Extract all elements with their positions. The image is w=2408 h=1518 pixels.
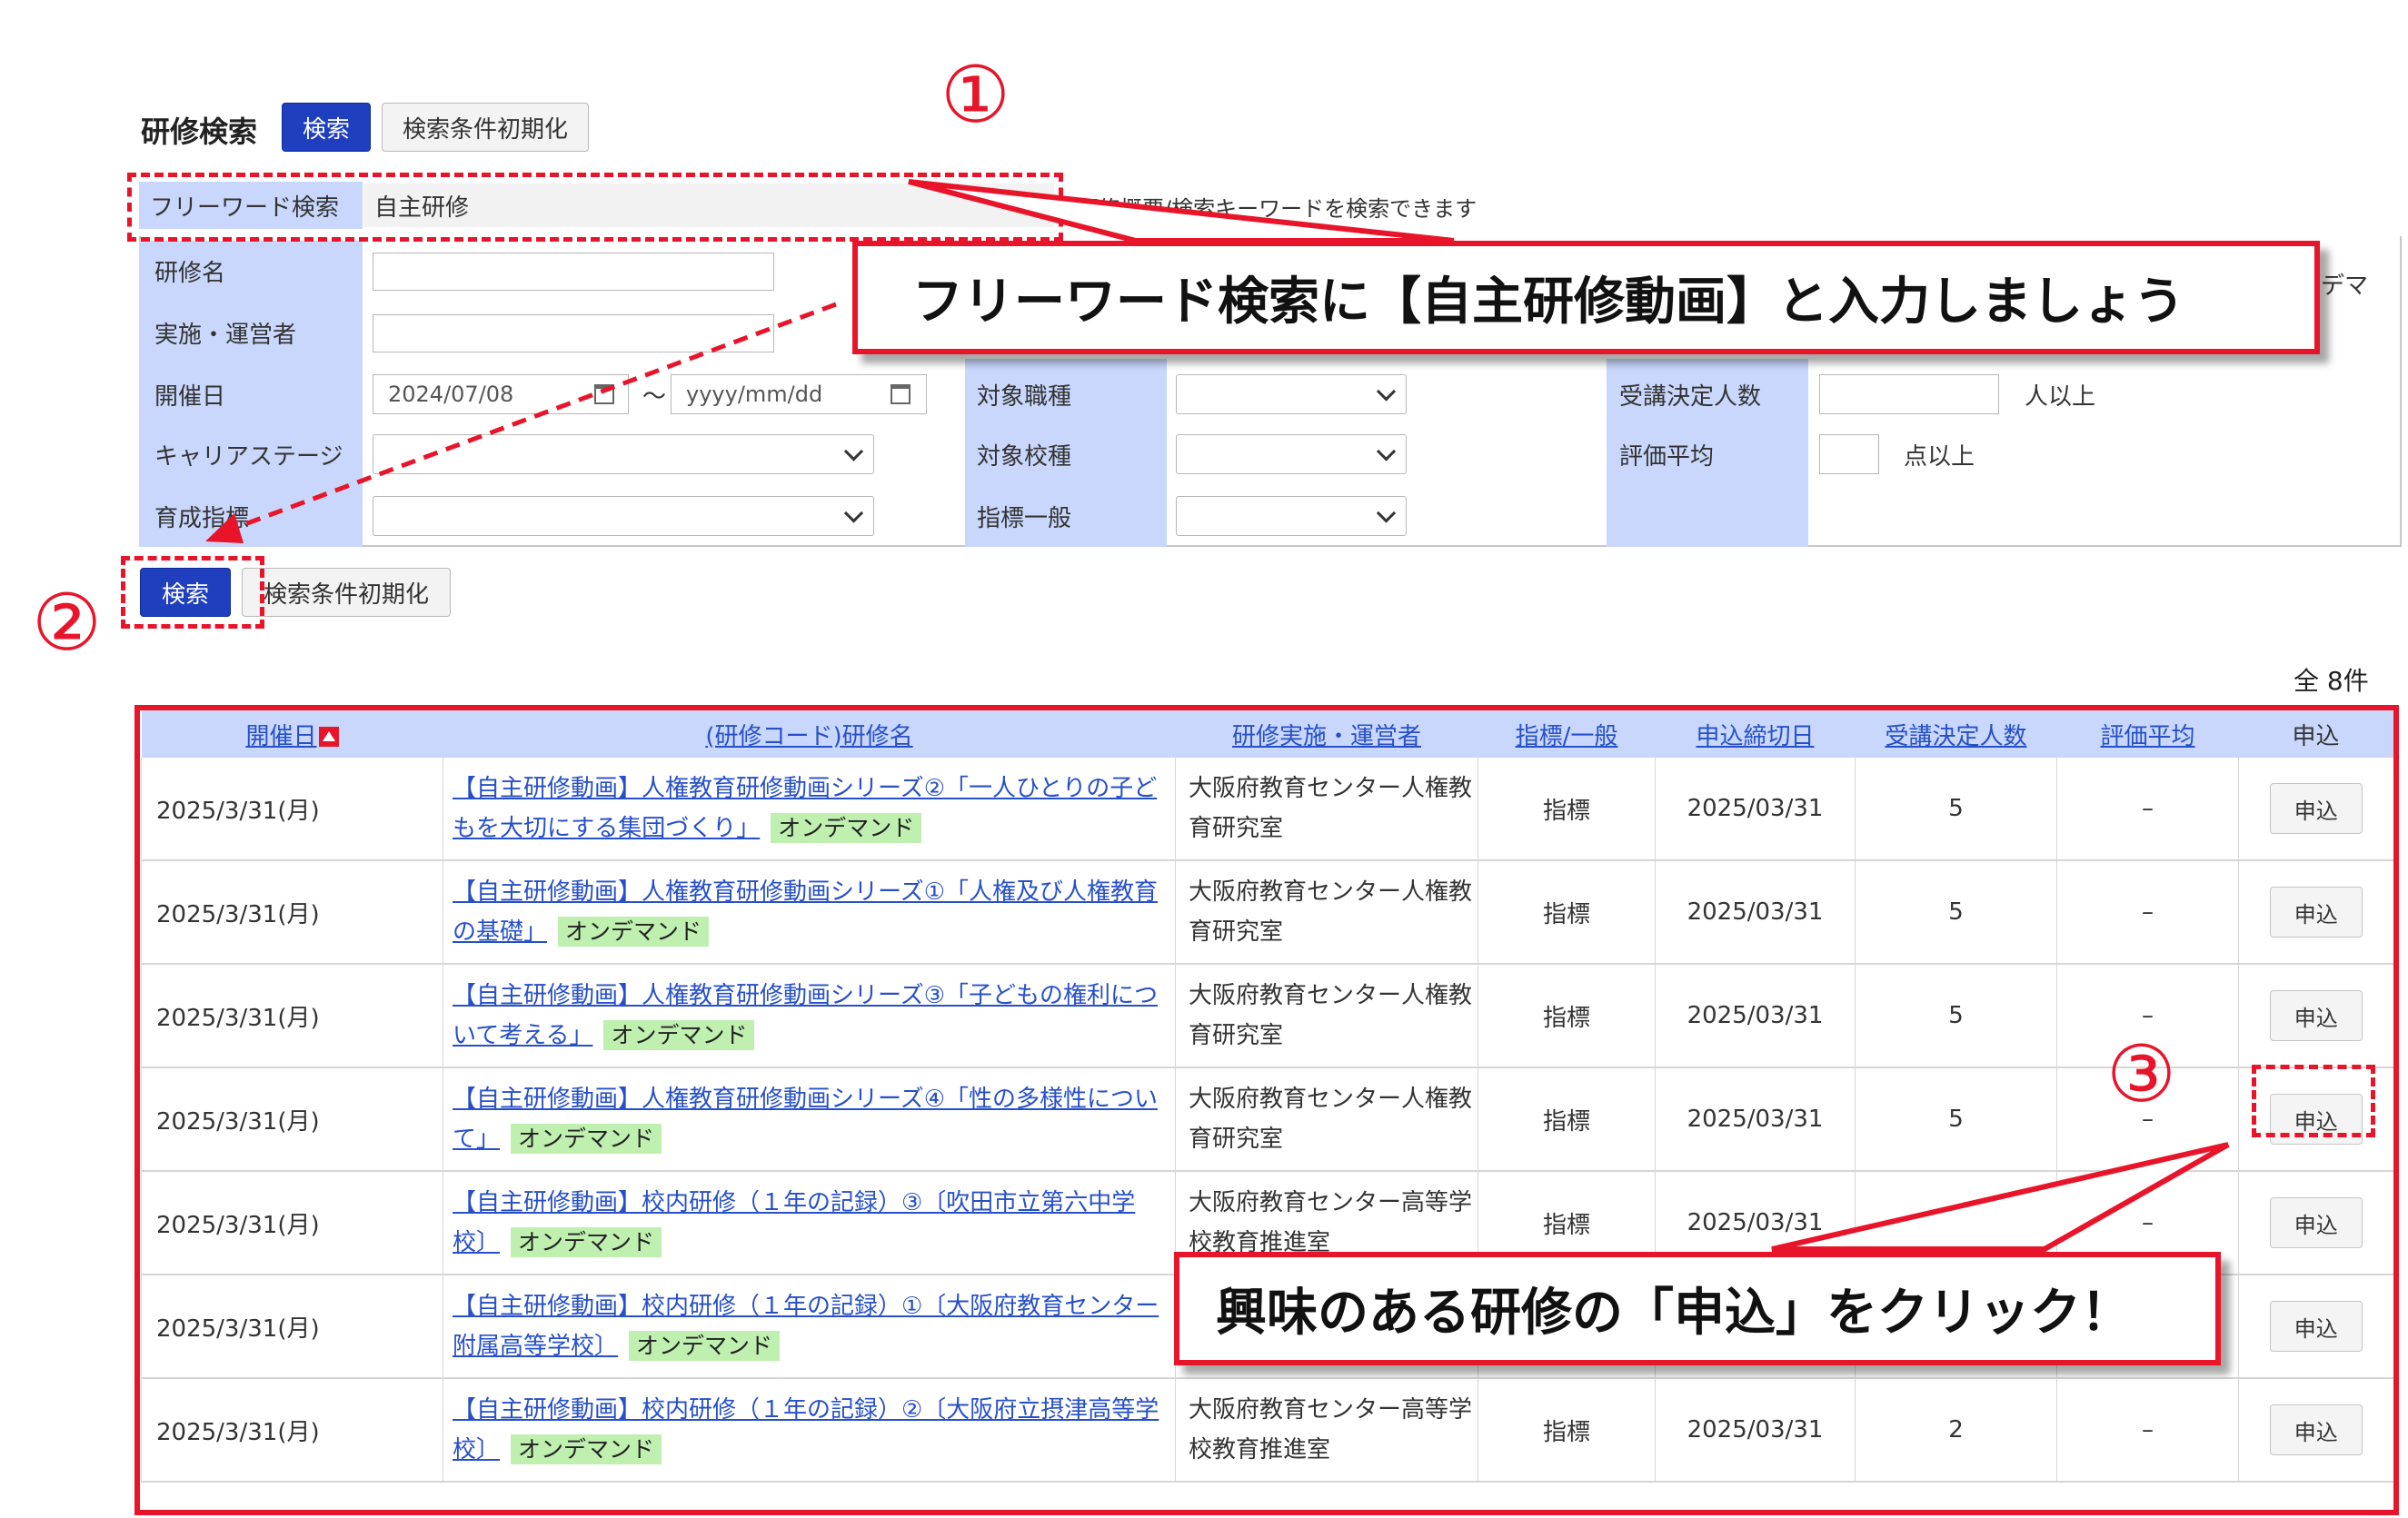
chevron-down-icon [1376,442,1397,461]
callout-apply: 興味のある研修の「申込」をクリック！ [1174,1252,2221,1365]
results-count: 全 8件 [2294,666,2369,696]
organizer-input[interactable] [373,314,774,352]
target-school-select[interactable] [1176,434,1407,474]
decided-count-input[interactable] [1819,374,1999,414]
decided-count-suffix: 人以上 [2025,383,2096,411]
callout-freeword: フリーワード検索に【自主研修動画】と入力しましょう [852,241,2320,354]
course-name-label: 研修名 [154,260,226,287]
search-button-top[interactable]: 検索 [282,103,371,152]
target-job-label: 対象職種 [977,383,1072,411]
indicator-general-select[interactable] [1176,496,1407,536]
date-tilde: 〜 [642,383,667,411]
indicator-label: 育成指標 [154,505,250,532]
freeword-hint: 研修概要/検索キーワードを検索できます [1077,196,1478,222]
course-name-input[interactable] [373,253,774,291]
rating-avg-label: 評価平均 [1619,443,1715,471]
date-label: 開催日 [154,383,226,411]
step-3-marker: ③ [2106,1029,2177,1120]
step-1-marker: ① [940,50,1011,141]
apply-button-highlight [2252,1065,2375,1137]
date-to-input[interactable]: yyyy/mm/dd [671,374,927,414]
chevron-down-icon [1376,503,1397,523]
indicator-select[interactable] [373,496,874,536]
chevron-down-icon [1376,382,1397,402]
indicator-general-label: 指標一般 [977,505,1072,532]
freeword-highlight-frame [127,173,1063,242]
rating-avg-suffix: 点以上 [1904,443,1975,471]
reset-button[interactable]: 検索条件初期化 [242,568,451,617]
date-from-value: 2024/07/08 [388,382,514,407]
target-school-label: 対象校種 [977,443,1072,471]
search-button-highlight [121,556,264,629]
reset-button-top[interactable]: 検索条件初期化 [382,103,589,152]
career-stage-label: キャリアステージ [154,443,343,471]
page-title: 研修検索 [141,114,258,149]
calendar-icon[interactable] [891,384,910,404]
chevron-down-icon [843,442,864,461]
theme-label-fragment: デマ [2321,273,2369,300]
results-highlight-frame [134,705,2399,1515]
organizer-label: 実施・運営者 [154,322,297,349]
date-from-input[interactable]: 2024/07/08 [373,374,629,414]
rating-avg-input[interactable] [1819,434,1879,474]
target-job-select[interactable] [1176,374,1407,414]
career-stage-select[interactable] [373,434,874,474]
date-to-placeholder: yyyy/mm/dd [686,382,823,407]
chevron-down-icon [843,503,864,523]
decided-count-label: 受講決定人数 [1619,383,1762,411]
step-2-marker: ② [32,578,103,669]
calendar-icon[interactable] [594,384,614,404]
